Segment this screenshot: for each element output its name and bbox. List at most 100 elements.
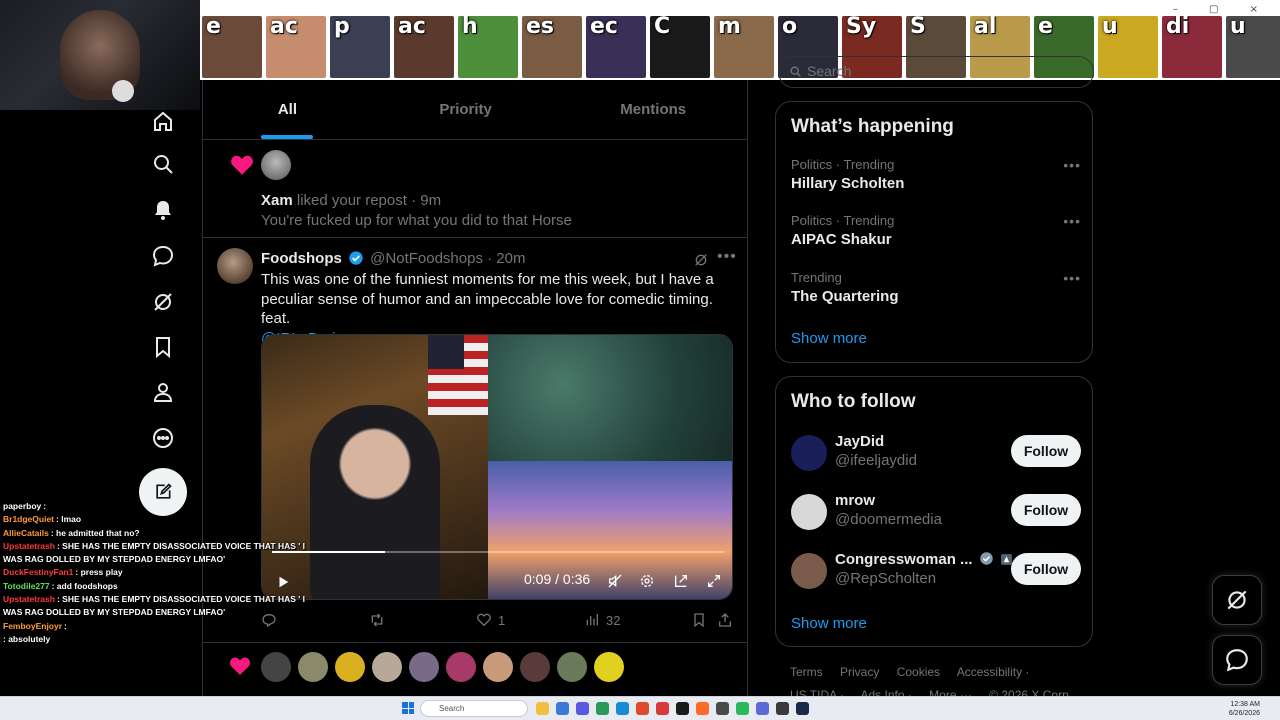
tab-mentions[interactable]: Mentions: [559, 80, 747, 139]
app-icon[interactable]: [676, 702, 689, 715]
video-progress-bar[interactable]: [272, 551, 724, 553]
settings-gear-icon[interactable]: [639, 573, 655, 589]
chat-username[interactable]: AllieCatails: [3, 528, 49, 538]
liker-avatar[interactable]: [372, 652, 402, 682]
taskbar-clock[interactable]: 12:38 AM 6/26/2026: [1229, 700, 1260, 718]
app-icon[interactable]: [596, 702, 609, 715]
app-icon[interactable]: [556, 702, 569, 715]
messages-icon[interactable]: [149, 242, 177, 270]
bookmarks-icon[interactable]: [149, 333, 177, 361]
trend-more-icon[interactable]: •••: [1063, 213, 1081, 229]
liker-avatar[interactable]: [557, 652, 587, 682]
trend-item[interactable]: Politics · Trending Hillary Scholten •••: [791, 157, 1081, 192]
steam-icon[interactable]: [796, 702, 809, 715]
follow-show-more-link[interactable]: Show more: [791, 615, 867, 632]
liker-avatar[interactable]: [594, 652, 624, 682]
chat-text: WAS RAG DOLLED BY MY STEPDAD ENERGY LMFA…: [3, 554, 226, 565]
trend-more-icon[interactable]: •••: [1063, 270, 1081, 286]
chat-username[interactable]: Totodile277: [3, 581, 50, 591]
fullscreen-icon[interactable]: [706, 573, 722, 589]
follow-suggestion[interactable]: Congresswoman ... @RepScholten Follow: [791, 551, 1081, 595]
tab-priority[interactable]: Priority: [372, 80, 560, 139]
post-author-name[interactable]: Foodshops: [261, 250, 342, 267]
repost-button[interactable]: [368, 612, 392, 628]
follow-button[interactable]: Follow: [1011, 553, 1081, 585]
follow-avatar[interactable]: [791, 435, 827, 471]
trend-context: Politics · Trending: [791, 157, 895, 172]
liker-avatar[interactable]: [520, 652, 550, 682]
views-button[interactable]: 32: [584, 612, 620, 628]
app-icon[interactable]: [576, 702, 589, 715]
grok-float-button[interactable]: [1212, 575, 1262, 625]
grok-explain-icon[interactable]: [693, 252, 709, 268]
liker-avatar[interactable]: [483, 652, 513, 682]
footer-accessibility-link[interactable]: Accessibility ·: [957, 665, 1030, 679]
emote-tile: p: [330, 16, 390, 78]
post-author-handle[interactable]: @NotFoodshops: [370, 250, 483, 267]
post-video[interactable]: 0:09 / 0:36: [261, 334, 733, 600]
profile-icon[interactable]: [149, 378, 177, 406]
more-icon[interactable]: [149, 424, 177, 452]
trend-item[interactable]: Trending The Quartering •••: [791, 270, 1081, 305]
follow-name[interactable]: mrow: [835, 492, 875, 509]
follow-name[interactable]: JayDid: [835, 433, 884, 450]
follow-button[interactable]: Follow: [1011, 435, 1081, 467]
follow-avatar[interactable]: [791, 553, 827, 589]
chat-username[interactable]: Upstatetrash: [3, 594, 55, 604]
youtube-icon[interactable]: [656, 702, 669, 715]
chat-username[interactable]: DuckFestinyFan1: [3, 567, 73, 577]
mute-icon[interactable]: [607, 573, 623, 589]
liker-avatar[interactable]: [409, 652, 439, 682]
app-icon[interactable]: [716, 702, 729, 715]
search-input[interactable]: Search: [778, 56, 1094, 88]
spotify-icon[interactable]: [736, 702, 749, 715]
follow-name[interactable]: Congresswoman ...: [835, 551, 1013, 568]
chat-text: :: [64, 620, 67, 631]
windows-taskbar: Search 12:38 AM 6/26/2026: [0, 696, 1280, 720]
discord-icon[interactable]: [756, 702, 769, 715]
app-icon[interactable]: [636, 702, 649, 715]
footer-cookies-link[interactable]: Cookies: [897, 665, 940, 679]
chat-username[interactable]: Br1dgeQuiet: [3, 514, 54, 524]
notifications-icon[interactable]: [149, 196, 177, 224]
chat-message: Totodile277: add foodshops: [0, 580, 315, 593]
chat-username[interactable]: paperboy: [3, 501, 41, 511]
window-controls[interactable]: – ▢ ×: [1173, 4, 1272, 15]
trend-more-icon[interactable]: •••: [1063, 157, 1081, 173]
liker-avatar[interactable]: [261, 150, 291, 180]
follow-button[interactable]: Follow: [1011, 494, 1081, 526]
trends-show-more-link[interactable]: Show more: [791, 330, 867, 347]
emote-row: eacpachesecCmoSySaleudiua: [200, 16, 1280, 78]
trend-item[interactable]: Politics · Trending AIPAC Shakur •••: [791, 213, 1081, 248]
chat-username[interactable]: Upstatetrash: [3, 541, 55, 551]
liker-avatar[interactable]: [335, 652, 365, 682]
messages-float-button[interactable]: [1212, 635, 1262, 685]
grok-icon[interactable]: [149, 288, 177, 316]
bookmark-button[interactable]: [691, 612, 707, 628]
obs-icon[interactable]: [776, 702, 789, 715]
post-more-icon[interactable]: •••: [717, 248, 737, 266]
follow-handle: @RepScholten: [835, 570, 937, 587]
like-notification[interactable]: Xam liked your repost · 9m You're fucked…: [203, 140, 747, 238]
post-author-avatar[interactable]: [217, 248, 253, 284]
tab-all[interactable]: All: [203, 80, 372, 139]
liker-name[interactable]: Xam: [261, 192, 293, 209]
firefox-icon[interactable]: [696, 702, 709, 715]
file-explorer-icon[interactable]: [536, 702, 549, 715]
edge-icon[interactable]: [616, 702, 629, 715]
emote-label: e: [206, 16, 221, 39]
taskbar-search[interactable]: Search: [420, 700, 528, 717]
windows-start-icon[interactable]: [402, 702, 414, 714]
share-button[interactable]: [717, 612, 733, 628]
follow-suggestion[interactable]: JayDid @ifeeljaydid Follow: [791, 433, 1081, 477]
follow-avatar[interactable]: [791, 494, 827, 530]
footer-privacy-link[interactable]: Privacy: [840, 665, 879, 679]
picture-in-picture-icon[interactable]: [673, 573, 689, 589]
chat-username[interactable]: FemboyEnjoyr: [3, 621, 62, 631]
follow-suggestion[interactable]: mrow @doomermedia Follow: [791, 492, 1081, 536]
search-icon[interactable]: [149, 150, 177, 178]
liker-avatar[interactable]: [446, 652, 476, 682]
like-button[interactable]: 1: [476, 612, 505, 628]
footer-terms-link[interactable]: Terms: [790, 665, 823, 679]
home-icon[interactable]: [149, 108, 177, 136]
